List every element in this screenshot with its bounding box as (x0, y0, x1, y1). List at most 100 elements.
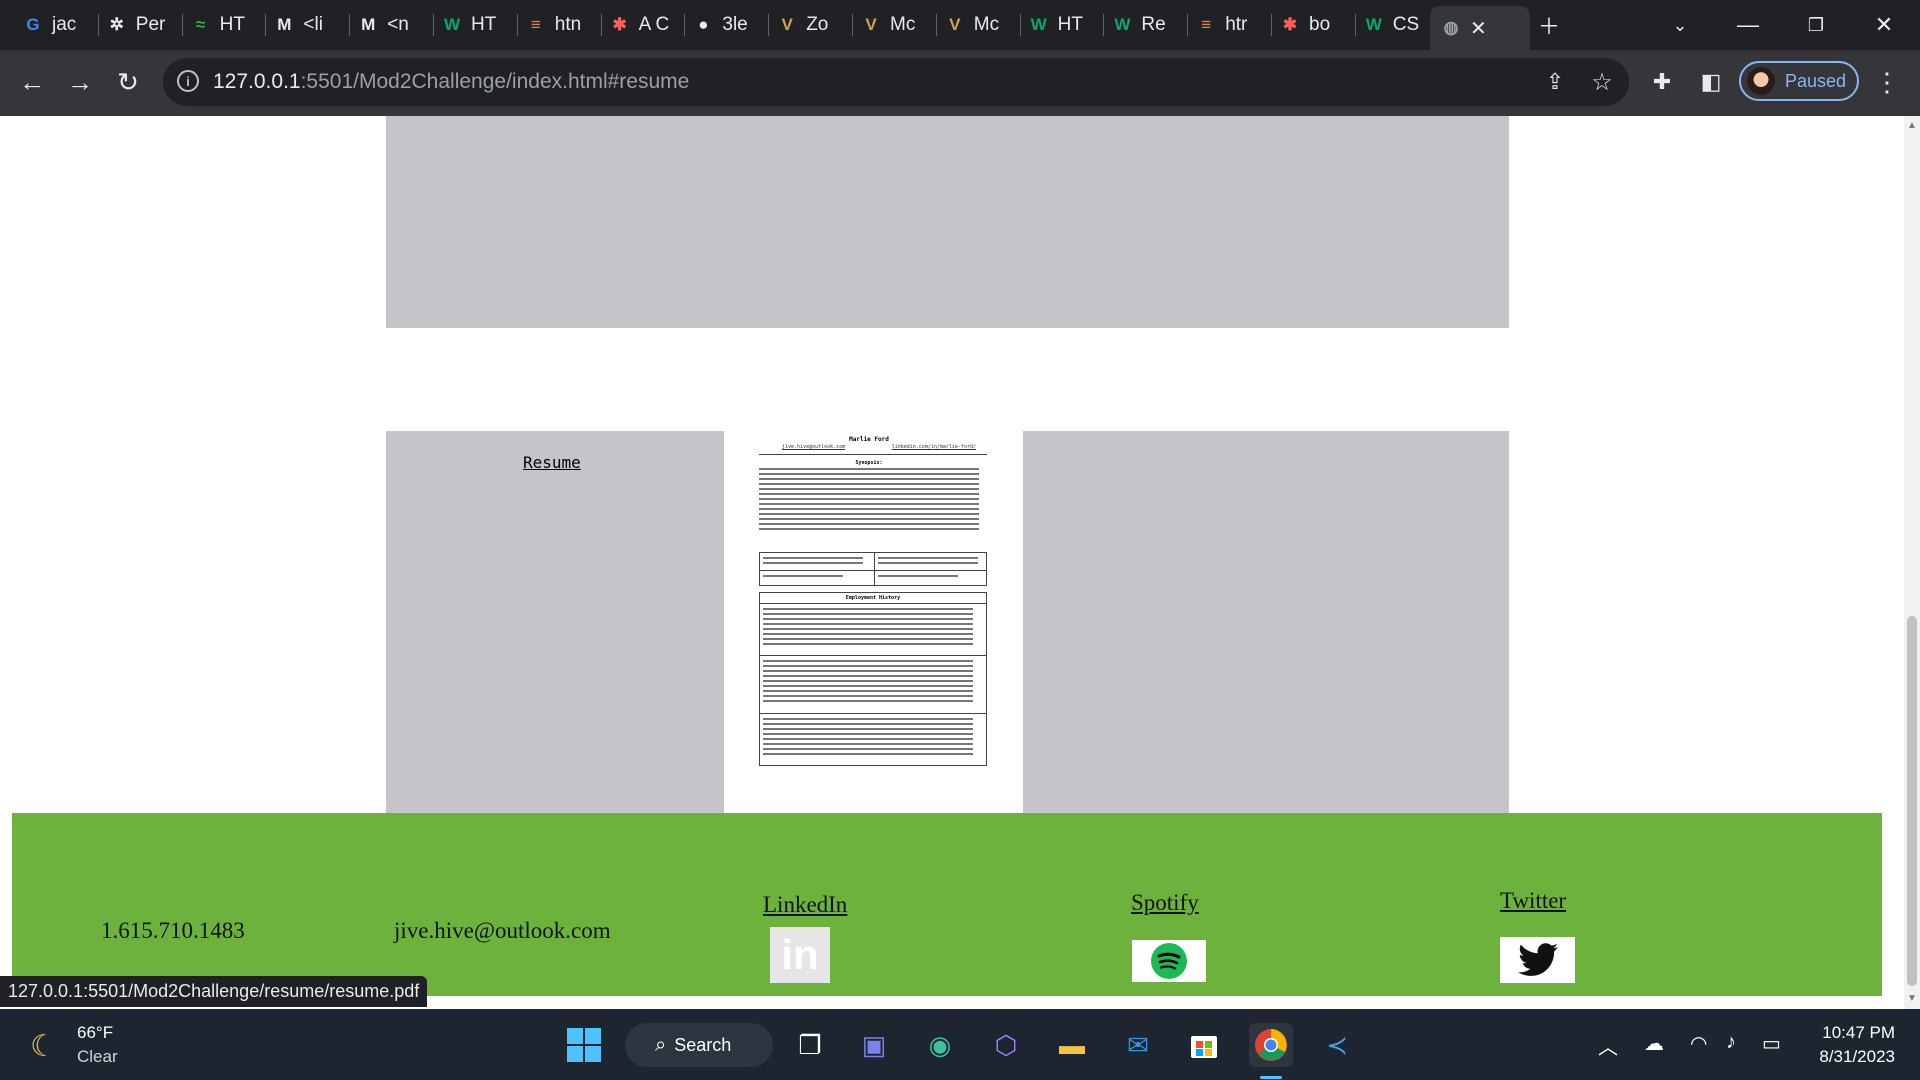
edge-icon[interactable]: ◉ (918, 1023, 962, 1067)
tab-label: HT (471, 14, 497, 35)
spotify-link[interactable]: Spotify (1131, 890, 1199, 916)
link-status-bubble: 127.0.0.1:5501/Mod2Challenge/resume/resu… (0, 976, 428, 1007)
tab-separator (935, 14, 937, 36)
microsoft-store-icon[interactable] (1182, 1023, 1226, 1067)
minimize-button[interactable]: — (1733, 10, 1763, 40)
tab-separator (516, 14, 518, 36)
resume-employment-box: Employment History (759, 592, 987, 766)
browser-tab[interactable]: W CS (1363, 8, 1433, 42)
profile-button[interactable]: Paused (1739, 61, 1859, 101)
scroll-down-icon[interactable]: ▼ (1907, 993, 1917, 1004)
email-address: jive.hive@outlook.com (394, 918, 611, 943)
browser-tab[interactable]: V Mc (860, 8, 930, 42)
file-explorer-icon[interactable]: ▬ (1050, 1023, 1094, 1067)
browser-tab[interactable]: ● 3le (692, 8, 762, 42)
chrome-icon[interactable] (1249, 1023, 1293, 1067)
tab-separator (433, 14, 434, 36)
close-window-button[interactable]: ✕ (1869, 10, 1899, 40)
tab-label: HT (1057, 14, 1083, 35)
teams-chat-icon[interactable]: ▣ (852, 1023, 896, 1067)
url-text[interactable]: 127.0.0.1:5501/Mod2Challenge/index.html#… (213, 70, 689, 94)
side-panel-icon[interactable]: ◧ (1693, 64, 1729, 100)
tab-active[interactable]: ◍ ✕ (1430, 6, 1530, 50)
scroll-up-icon[interactable]: ▲ (1907, 120, 1917, 131)
resume-education-table (759, 552, 987, 586)
volume-icon[interactable]: ♪ (1726, 1031, 1736, 1054)
chrome-logo (1255, 1029, 1287, 1061)
back-icon[interactable]: ← (14, 64, 50, 100)
twitter-icon[interactable] (1500, 937, 1575, 983)
vscode-icon[interactable]: ≺ (1315, 1023, 1359, 1067)
browser-toolbar: ← → ↻ i 127.0.0.1:5501/Mod2Challenge/ind… (0, 50, 1920, 116)
onedrive-icon[interactable]: ☁ (1644, 1031, 1664, 1056)
system-clock[interactable]: 10:47 PM 8/31/2023 (1800, 1021, 1895, 1069)
tab-label: Zo (806, 14, 829, 35)
tab-separator (1187, 14, 1189, 36)
menu-icon[interactable]: ⋮ (1869, 64, 1905, 100)
browser-tab[interactable]: ≈ HT (190, 8, 260, 42)
browser-tab[interactable]: ✱ bo (1279, 8, 1349, 42)
share-icon[interactable]: ⇪ (1537, 64, 1573, 100)
page-viewport: Resume Marlie Ford jive.hive@outlook.com… (0, 116, 1904, 1009)
copilot-icon[interactable]: ⬡ (984, 1023, 1028, 1067)
linkedin-link[interactable]: LinkedIn (763, 892, 847, 918)
resume-contact: jive.hive@outlook.com linkedin.com/in/ma… (782, 444, 976, 450)
w3schools-icon: W (1114, 15, 1131, 34)
address-bar[interactable]: i 127.0.0.1:5501/Mod2Challenge/index.htm… (163, 58, 1629, 106)
mail-icon[interactable]: ✉ (1116, 1023, 1160, 1067)
scrollbar-thumb[interactable] (1907, 616, 1917, 986)
tab-label: CS (1392, 14, 1420, 35)
page-scrollbar[interactable]: ▲ ▼ (1904, 116, 1920, 1009)
tab-label: bo (1309, 14, 1331, 35)
start-icon[interactable] (562, 1023, 606, 1067)
tab-separator (181, 14, 183, 36)
restore-button[interactable]: ❐ (1801, 10, 1831, 40)
moon-icon[interactable]: ☾ (30, 1029, 57, 1064)
browser-tab[interactable]: V Zo (776, 8, 846, 42)
weather-temperature[interactable]: 66°F (77, 1023, 113, 1043)
taskbar-search[interactable]: ⌕ Search (625, 1023, 773, 1067)
tab-separator (684, 14, 686, 36)
browser-tab[interactable]: M <n (357, 8, 427, 42)
new-tab-button[interactable]: ＋ (1534, 10, 1564, 40)
resume-link[interactable]: Resume (523, 453, 581, 472)
tab-close-icon[interactable]: ✕ (1470, 16, 1487, 41)
reload-icon[interactable]: ↻ (110, 64, 146, 100)
site-info-icon[interactable]: i (177, 70, 199, 92)
bookmark-star-icon[interactable]: ☆ (1584, 64, 1620, 100)
browser-tab[interactable]: ≡ htr (1195, 8, 1265, 42)
browser-tab[interactable]: ✲ Per (106, 8, 176, 42)
battery-icon[interactable]: ▭ (1762, 1031, 1781, 1056)
globe-icon: ◍ (1443, 18, 1459, 37)
browser-tab[interactable]: W HT (441, 8, 511, 42)
tab-label: Mc (973, 14, 1000, 35)
spotify-icon[interactable] (1132, 940, 1206, 982)
weather-condition[interactable]: Clear (77, 1047, 118, 1067)
asterisk-icon: ✱ (1282, 15, 1298, 34)
spotify-logo (1151, 943, 1187, 979)
tab-label: Re (1141, 14, 1166, 35)
browser-tab[interactable]: ≡ htn (525, 8, 595, 42)
twitter-link[interactable]: Twitter (1500, 888, 1566, 914)
browser-tab[interactable]: ✱ A C (609, 8, 679, 42)
browser-tab[interactable]: W HT (1028, 8, 1098, 42)
clock-date: 8/31/2023 (1819, 1047, 1895, 1066)
wifi-icon[interactable]: ◠ (1690, 1031, 1707, 1056)
browser-tab[interactable]: Gjac (22, 8, 92, 42)
task-view-icon[interactable]: ❐ (788, 1023, 832, 1067)
tab-search-icon[interactable]: ⌄ (1665, 10, 1695, 40)
tab-label: <n (387, 14, 409, 35)
tab-separator (1354, 14, 1356, 36)
browser-tab[interactable]: V Mc (944, 8, 1014, 42)
browser-tab[interactable]: M <li (273, 8, 343, 42)
extensions-icon[interactable]: ✚ (1644, 64, 1680, 100)
linkedin-icon[interactable]: in (770, 927, 830, 983)
w3schools-icon: W (443, 15, 461, 34)
tab-label: htn (554, 14, 582, 35)
image-placeholder (386, 116, 1509, 328)
browser-tab[interactable]: W Re (1111, 8, 1181, 42)
resume-name: Marlie Ford (849, 436, 889, 443)
store-logo (1191, 1036, 1217, 1058)
tray-overflow-icon[interactable]: ︿ (1598, 1031, 1618, 1060)
forward-icon[interactable]: → (62, 64, 98, 100)
